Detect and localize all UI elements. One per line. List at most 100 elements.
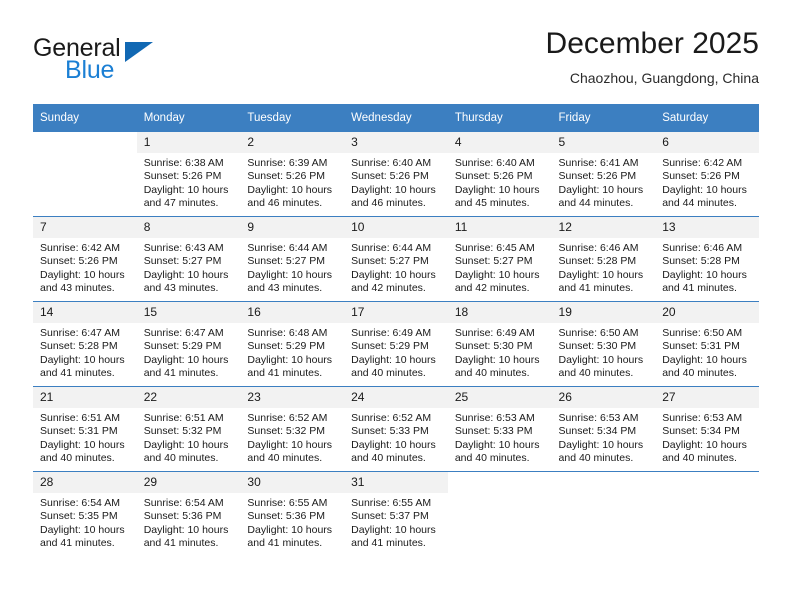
day-number: 27 (655, 387, 759, 408)
day-number: 20 (655, 302, 759, 323)
calendar-day-cell[interactable]: 15 Sunrise: 6:47 AM Sunset: 5:29 PM Dayligh… (136, 301, 241, 387)
day-number: 28 (33, 472, 137, 493)
calendar-day-cell[interactable]: 25 Sunrise: 6:53 AM Sunset: 5:33 PM Dayligh… (447, 386, 552, 472)
day-details: Sunrise: 6:54 AM Sunset: 5:36 PM Daylight:… (137, 493, 241, 551)
calendar-day-cell[interactable]: 5 Sunrise: 6:41 AM Sunset: 5:26 PM Daylight… (551, 132, 656, 217)
day-details: Sunrise: 6:55 AM Sunset: 5:36 PM Daylight:… (240, 493, 344, 551)
sunrise-text: Sunrise: 6:48 AM (247, 327, 328, 339)
sunset-text: Sunset: 5:37 PM (351, 510, 429, 523)
daylight-text: Daylight: 10 hours and 40 minutes. (662, 353, 747, 380)
day-number: 22 (136, 387, 241, 408)
sunrise-text: Sunrise: 6:52 AM (247, 412, 328, 424)
calendar-header-row: Sunday Monday Tuesday Wednesday Thursday Frid… (33, 104, 759, 132)
sunrise-text: Sunrise: 6:44 AM (351, 242, 432, 254)
day-number: 10 (344, 217, 448, 238)
day-details: Sunrise: 6:50 AM Sunset: 5:30 PM Daylight:… (552, 323, 656, 381)
calendar-day-cell[interactable]: 14 Sunrise: 6:47 AM Sunset: 5:28 PM Dayligh… (33, 301, 137, 387)
calendar-grid: Sunday Monday Tuesday Wednesday Thursday Frid… (33, 104, 759, 556)
calendar-body: 1 Sunrise: 6:38 AM Sunset: 5:26 PM Daylight… (33, 132, 759, 556)
calendar-day-cell[interactable]: 17 Sunrise: 6:49 AM Sunset: 5:29 PM Dayligh… (344, 301, 448, 387)
weekday-header-row: Sunday Monday Tuesday Wednesday Thursday Frid… (33, 104, 759, 132)
daylight-text: Daylight: 10 hours and 40 minutes. (143, 438, 229, 465)
day-number: 6 (655, 132, 759, 153)
sunset-text: Sunset: 5:28 PM (40, 340, 118, 353)
calendar-day-cell[interactable]: 16 Sunrise: 6:48 AM Sunset: 5:29 PM Dayligh… (240, 301, 345, 387)
day-number: 8 (136, 217, 241, 238)
daylight-text: Daylight: 10 hours and 41 minutes. (247, 523, 333, 550)
daylight-text: Daylight: 10 hours and 40 minutes. (247, 438, 333, 465)
day-details: Sunrise: 6:47 AM Sunset: 5:29 PM Daylight:… (137, 323, 241, 381)
calendar-day-cell[interactable]: 27 Sunrise: 6:53 AM Sunset: 5:34 PM Dayligh… (655, 386, 759, 472)
calendar-day-cell[interactable]: 19 Sunrise: 6:50 AM Sunset: 5:30 PM Dayligh… (551, 301, 656, 387)
daylight-text: Daylight: 10 hours and 40 minutes. (558, 438, 644, 465)
day-cell-inner: 30 Sunrise: 6:55 AM Sunset: 5:36 PM Dayligh… (240, 472, 345, 556)
day-number: 12 (551, 217, 656, 238)
day-number: 19 (551, 302, 656, 323)
calendar-day-cell[interactable]: 3 Sunrise: 6:40 AM Sunset: 5:26 PM Daylight… (344, 132, 448, 217)
calendar-day-cell[interactable]: 30 Sunrise: 6:55 AM Sunset: 5:36 PM Dayligh… (240, 471, 345, 556)
calendar-week-row: 28 Sunrise: 6:54 AM Sunset: 5:35 PM Dayligh… (33, 471, 759, 556)
day-details: Sunrise: 6:41 AM Sunset: 5:26 PM Daylight:… (552, 153, 656, 211)
calendar-day-cell[interactable]: 26 Sunrise: 6:53 AM Sunset: 5:34 PM Dayligh… (551, 386, 656, 472)
day-cell-inner: 3 Sunrise: 6:40 AM Sunset: 5:26 PM Daylight… (344, 132, 448, 216)
calendar-day-cell[interactable]: 28 Sunrise: 6:54 AM Sunset: 5:35 PM Dayligh… (33, 471, 137, 556)
day-details: Sunrise: 6:40 AM Sunset: 5:26 PM Daylight:… (344, 153, 448, 211)
day-cell-inner: 31 Sunrise: 6:55 AM Sunset: 5:37 PM Dayligh… (344, 472, 448, 556)
sunset-text: Sunset: 5:27 PM (143, 255, 222, 268)
daylight-text: Daylight: 10 hours and 46 minutes. (351, 183, 436, 210)
calendar-week-row: 1 Sunrise: 6:38 AM Sunset: 5:26 PM Daylight… (33, 132, 759, 217)
calendar-day-cell[interactable]: 9 Sunrise: 6:44 AM Sunset: 5:27 PM Daylight… (240, 216, 345, 302)
day-details: Sunrise: 6:53 AM Sunset: 5:33 PM Daylight:… (448, 408, 552, 466)
sunrise-text: Sunrise: 6:54 AM (40, 497, 120, 509)
weekday-header-friday: Friday (551, 104, 656, 132)
calendar-day-cell[interactable]: 21 Sunrise: 6:51 AM Sunset: 5:31 PM Dayligh… (33, 386, 137, 472)
day-cell-inner: 27 Sunrise: 6:53 AM Sunset: 5:34 PM Dayligh… (655, 387, 759, 471)
page-subtitle: Chaozhou, Guangdong, China (569, 70, 759, 86)
sunset-text: Sunset: 5:26 PM (351, 170, 429, 183)
calendar-day-cell[interactable]: 13 Sunrise: 6:46 AM Sunset: 5:28 PM Dayligh… (655, 216, 759, 302)
calendar-day-cell[interactable]: 23 Sunrise: 6:52 AM Sunset: 5:32 PM Dayligh… (240, 386, 345, 472)
calendar-day-cell[interactable]: 4 Sunrise: 6:40 AM Sunset: 5:26 PM Daylight… (447, 132, 552, 217)
sunset-text: Sunset: 5:36 PM (247, 510, 326, 523)
daylight-text: Daylight: 10 hours and 40 minutes. (351, 353, 436, 380)
calendar-day-cell[interactable]: 24 Sunrise: 6:52 AM Sunset: 5:33 PM Dayligh… (344, 386, 448, 472)
day-number: 21 (33, 387, 137, 408)
daylight-text: Daylight: 10 hours and 40 minutes. (454, 438, 540, 465)
sunrise-text: Sunrise: 6:53 AM (558, 412, 639, 424)
general-blue-logo[interactable]: General Blue (33, 34, 253, 94)
sunrise-text: Sunrise: 6:46 AM (558, 242, 639, 254)
day-cell-inner: 17 Sunrise: 6:49 AM Sunset: 5:29 PM Dayligh… (344, 302, 448, 386)
calendar-day-cell[interactable]: 8 Sunrise: 6:43 AM Sunset: 5:27 PM Daylight… (136, 216, 241, 302)
calendar-day-cell[interactable]: 6 Sunrise: 6:42 AM Sunset: 5:26 PM Daylight… (655, 132, 759, 217)
calendar-day-cell[interactable]: 18 Sunrise: 6:49 AM Sunset: 5:30 PM Dayligh… (447, 301, 552, 387)
sunrise-text: Sunrise: 6:46 AM (662, 242, 743, 254)
calendar-day-cell[interactable]: 11 Sunrise: 6:45 AM Sunset: 5:27 PM Dayligh… (447, 216, 552, 302)
sunset-text: Sunset: 5:28 PM (558, 255, 637, 268)
sunrise-text: Sunrise: 6:49 AM (454, 327, 535, 339)
calendar-day-cell[interactable]: 20 Sunrise: 6:50 AM Sunset: 5:31 PM Dayligh… (655, 301, 759, 387)
day-cell-inner: 29 Sunrise: 6:54 AM Sunset: 5:36 PM Dayligh… (136, 472, 241, 556)
calendar-day-cell[interactable]: 10 Sunrise: 6:44 AM Sunset: 5:27 PM Dayligh… (344, 216, 448, 302)
day-details: Sunrise: 6:53 AM Sunset: 5:34 PM Daylight:… (655, 408, 759, 466)
calendar-day-cell[interactable]: 1 Sunrise: 6:38 AM Sunset: 5:26 PM Daylight… (136, 132, 241, 217)
daylight-text: Daylight: 10 hours and 40 minutes. (454, 353, 540, 380)
daylight-text: Daylight: 10 hours and 40 minutes. (40, 438, 125, 465)
day-number (33, 132, 137, 153)
day-number: 1 (136, 132, 241, 153)
calendar-day-cell[interactable]: 2 Sunrise: 6:39 AM Sunset: 5:26 PM Daylight… (240, 132, 345, 217)
day-cell-inner: 23 Sunrise: 6:52 AM Sunset: 5:32 PM Dayligh… (240, 387, 345, 471)
day-number: 13 (655, 217, 759, 238)
day-number: 24 (344, 387, 448, 408)
sunrise-text: Sunrise: 6:38 AM (143, 157, 224, 169)
calendar-day-cell[interactable]: 22 Sunrise: 6:51 AM Sunset: 5:32 PM Dayligh… (136, 386, 241, 472)
day-number: 18 (447, 302, 552, 323)
day-details: Sunrise: 6:55 AM Sunset: 5:37 PM Daylight:… (344, 493, 448, 551)
calendar-day-cell[interactable]: 29 Sunrise: 6:54 AM Sunset: 5:36 PM Dayligh… (136, 471, 241, 556)
calendar-day-cell[interactable]: 7 Sunrise: 6:42 AM Sunset: 5:26 PM Daylight… (33, 216, 137, 302)
sunrise-text: Sunrise: 6:51 AM (143, 412, 224, 424)
calendar-day-cell[interactable]: 12 Sunrise: 6:46 AM Sunset: 5:28 PM Dayligh… (551, 216, 656, 302)
day-details: Sunrise: 6:52 AM Sunset: 5:32 PM Daylight:… (240, 408, 344, 466)
daylight-text: Daylight: 10 hours and 41 minutes. (40, 353, 125, 380)
calendar-day-cell[interactable]: 31 Sunrise: 6:55 AM Sunset: 5:37 PM Dayligh… (344, 471, 448, 556)
day-number: 17 (344, 302, 448, 323)
